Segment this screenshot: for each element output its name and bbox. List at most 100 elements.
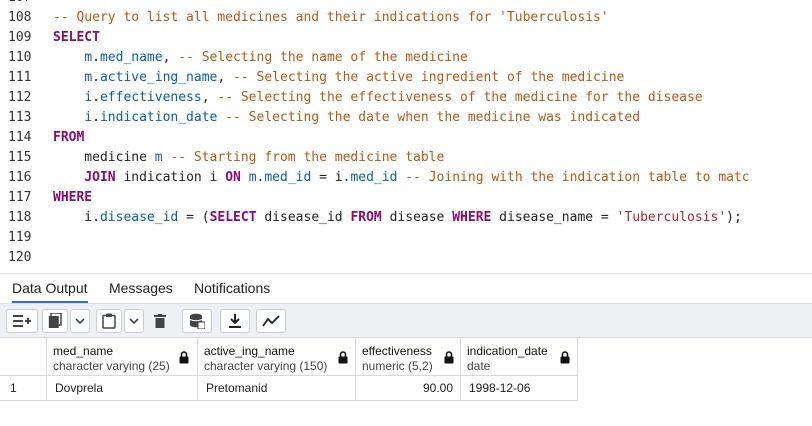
code-token: SELECT xyxy=(209,210,257,225)
code-token: m xyxy=(154,150,163,165)
tab-notifications[interactable]: Notifications xyxy=(194,280,270,296)
column-name: indication_date xyxy=(467,344,548,358)
column-type: character varying (25) xyxy=(53,359,170,373)
code-text: m.med_name, -- Selecting the name of the… xyxy=(53,48,468,68)
code-token: , xyxy=(162,50,179,65)
column-header-med-name[interactable]: med_name character varying (25) xyxy=(47,338,198,376)
code-token: med_id xyxy=(350,170,398,185)
code-text: i.indication_date -- Selecting the date … xyxy=(53,108,640,128)
tab-messages[interactable]: Messages xyxy=(109,280,173,296)
code-token: . xyxy=(92,50,100,65)
delete-button[interactable] xyxy=(148,309,172,333)
download-icon xyxy=(229,314,241,328)
code-text: medicine m -- Starting from the medicine… xyxy=(53,148,444,168)
code-line[interactable]: 107 xyxy=(0,0,812,8)
column-header-active-ing-name[interactable]: active_ing_name character varying (150) xyxy=(198,338,356,376)
query-editor[interactable]: 107 108 -- Query to list all medicines and… xyxy=(0,0,812,274)
code-token: -- Starting from the medicine table xyxy=(170,150,445,165)
code-token: disease_id xyxy=(256,210,351,225)
code-text: m.active_ing_name, -- Selecting the acti… xyxy=(53,68,624,88)
code-token: SELECT xyxy=(53,30,100,45)
code-token: i. xyxy=(53,210,100,225)
code-token: JOIN xyxy=(84,170,116,185)
row-number[interactable]: 1 xyxy=(0,376,47,401)
lock-icon xyxy=(338,351,348,364)
code-line[interactable]: 118 i.disease_id = (SELECT disease_id FR… xyxy=(0,208,812,228)
code-token: . xyxy=(92,110,100,125)
code-line[interactable]: 116 JOIN indication i ON m.med_id = i.me… xyxy=(0,168,812,188)
lock-icon xyxy=(444,351,454,364)
code-token: = ( xyxy=(178,210,210,225)
copy-icon xyxy=(48,313,62,328)
code-token: medicine xyxy=(53,150,155,165)
code-text: i.effectiveness, -- Selecting the effect… xyxy=(53,88,703,108)
code-line[interactable]: 115 medicine m -- Starting from the medi… xyxy=(0,148,812,168)
download-button[interactable] xyxy=(220,309,250,333)
code-token: = i. xyxy=(311,170,351,185)
add-row-button[interactable] xyxy=(6,309,38,333)
code-token: m xyxy=(84,70,93,85)
code-token: -- Selecting the active ingredient of th… xyxy=(233,70,625,85)
code-token: indication_date xyxy=(99,110,218,125)
code-token: -- Joining with the indication table to … xyxy=(405,170,750,185)
table-cell-med-name[interactable]: Dovprela xyxy=(47,376,198,401)
code-text: WHERE xyxy=(53,188,92,208)
code-token: -- Selecting the effectiveness of the me… xyxy=(217,90,703,105)
table-cell-active-ing-name[interactable]: Pretomanid xyxy=(198,376,356,401)
code-line[interactable]: 112 i.effectiveness, -- Selecting the ef… xyxy=(0,88,812,108)
code-token: m xyxy=(248,170,257,185)
code-line[interactable]: 109 SELECT xyxy=(0,28,812,48)
code-token: -- Query to list all medicines and their… xyxy=(53,10,609,25)
line-number: 110 xyxy=(8,50,32,65)
results-tab-bar: Data Output Messages Notifications xyxy=(0,274,812,304)
column-type: numeric (5,2) xyxy=(362,359,433,373)
code-line[interactable]: 110 m.med_name, -- Selecting the name of… xyxy=(0,48,812,68)
line-number: 107 xyxy=(0,0,40,8)
code-token: FROM xyxy=(350,210,382,225)
chevron-down-icon xyxy=(129,317,139,324)
code-token: FROM xyxy=(53,130,85,145)
graph-visualiser-button[interactable] xyxy=(256,309,286,333)
code-line[interactable]: 113 i.indication_date -- Selecting the d… xyxy=(0,108,812,128)
database-save-icon xyxy=(189,313,205,329)
code-token: i xyxy=(84,110,93,125)
code-token: ); xyxy=(726,210,742,225)
column-type: character varying (150) xyxy=(204,359,328,373)
line-number: 118 xyxy=(8,210,32,225)
paste-dropdown-button[interactable] xyxy=(124,309,144,333)
table-cell-indication-date[interactable]: 1998-12-06 xyxy=(461,376,578,401)
paste-button[interactable] xyxy=(96,309,122,333)
code-token: WHERE xyxy=(452,210,492,225)
code-token: effectiveness xyxy=(99,90,202,105)
save-data-button[interactable] xyxy=(182,309,212,333)
code-line[interactable]: 120 xyxy=(0,248,812,268)
code-token: -- Selecting the date when the medicine … xyxy=(225,110,641,125)
table-cell-effectiveness[interactable]: 90.00 xyxy=(356,376,461,401)
code-token: WHERE xyxy=(53,190,93,205)
row-number-header xyxy=(0,338,47,376)
code-line[interactable]: 108 -- Query to list all medicines and th… xyxy=(0,8,812,28)
code-line[interactable]: 119 xyxy=(0,228,812,248)
copy-button[interactable] xyxy=(42,309,68,333)
code-line[interactable]: 117 WHERE xyxy=(0,188,812,208)
code-text: JOIN indication i ON m.med_id = i.med_id… xyxy=(53,168,750,188)
tab-data-output[interactable]: Data Output xyxy=(12,280,88,303)
code-token: disease_id xyxy=(99,210,179,225)
code-line[interactable]: 111 m.active_ing_name, -- Selecting the … xyxy=(0,68,812,88)
code-text: i.disease_id = (SELECT disease_id FROM d… xyxy=(53,208,742,228)
results-grid: med_name character varying (25) active_i… xyxy=(0,338,812,426)
line-number: 108 xyxy=(8,10,32,25)
code-token: . xyxy=(92,90,100,105)
code-text: SELECT xyxy=(53,28,100,48)
code-line[interactable]: 114 FROM xyxy=(0,128,812,148)
column-header-indication-date[interactable]: indication_date date xyxy=(461,338,578,376)
line-number: 119 xyxy=(8,230,32,245)
lock-icon xyxy=(179,351,189,364)
column-header-effectiveness[interactable]: effectiveness numeric (5,2) xyxy=(356,338,461,376)
copy-dropdown-button[interactable] xyxy=(70,309,90,333)
code-text: FROM xyxy=(53,128,84,148)
line-number: 109 xyxy=(8,30,32,45)
code-token: med_name xyxy=(99,50,163,65)
